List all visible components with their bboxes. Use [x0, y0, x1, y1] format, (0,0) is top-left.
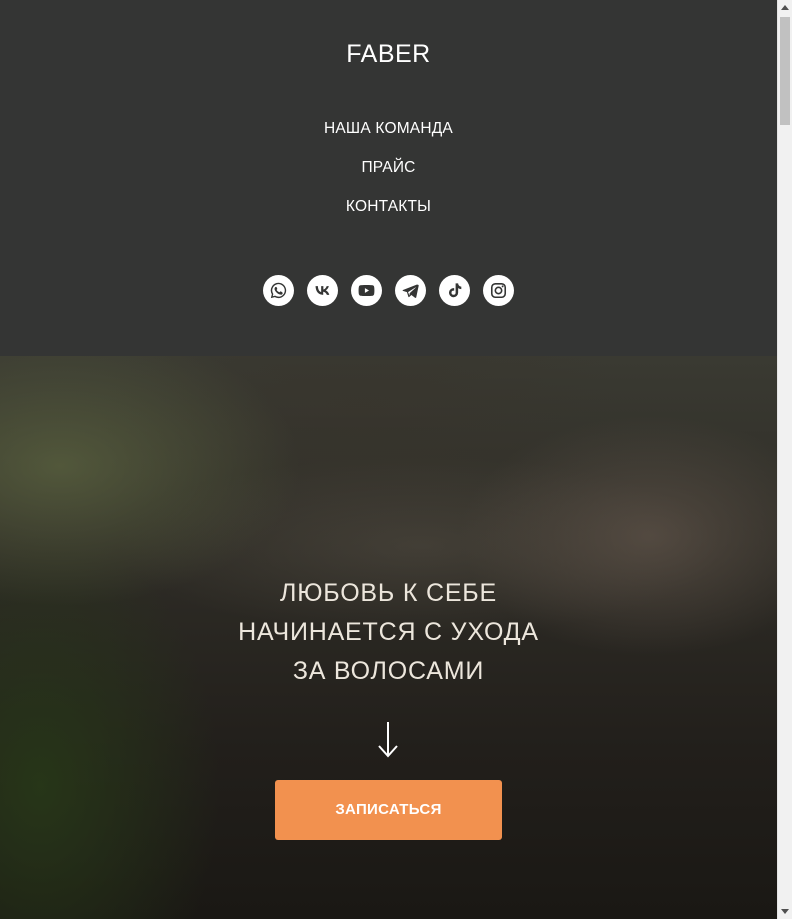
site-header: FABER НАША КОМАНДА ПРАЙС КОНТАКТЫ — [0, 0, 777, 356]
tiktok-icon[interactable] — [439, 275, 470, 306]
nav-link-team[interactable]: НАША КОМАНДА — [289, 116, 489, 155]
nav-link-contacts[interactable]: КОНТАКТЫ — [289, 194, 489, 233]
signup-button[interactable]: ЗАПИСАТЬСЯ — [275, 780, 502, 840]
arrow-down-icon — [378, 722, 398, 758]
site-logo[interactable]: FABER — [0, 38, 777, 70]
scroll-up-arrow-icon[interactable] — [781, 5, 789, 10]
hero-section: ЛЮБОВЬ К СЕБЕ НАЧИНАЕТСЯ С УХОДА ЗА ВОЛО… — [0, 356, 777, 919]
main-nav: НАША КОМАНДА ПРАЙС КОНТАКТЫ — [0, 116, 777, 233]
youtube-icon[interactable] — [351, 275, 382, 306]
hero-title-line-3: ЗА ВОЛОСАМИ — [292, 657, 485, 685]
hero-title-line-1: ЛЮБОВЬ К СЕБЕ — [280, 579, 497, 607]
social-links — [0, 275, 777, 307]
viewport: FABER НАША КОМАНДА ПРАЙС КОНТАКТЫ ЛЮБОВЬ… — [0, 0, 777, 919]
nav-link-price[interactable]: ПРАЙС — [289, 155, 489, 194]
instagram-icon[interactable] — [483, 275, 514, 306]
scroll-down-arrow-icon[interactable] — [781, 909, 789, 914]
vertical-scrollbar[interactable] — [777, 0, 792, 919]
page: FABER НАША КОМАНДА ПРАЙС КОНТАКТЫ ЛЮБОВЬ… — [0, 0, 792, 919]
hero-title: ЛЮБОВЬ К СЕБЕ НАЧИНАЕТСЯ С УХОДА ЗА ВОЛО… — [0, 574, 777, 691]
whatsapp-icon[interactable] — [263, 275, 294, 306]
vk-icon[interactable] — [307, 275, 338, 306]
telegram-icon[interactable] — [395, 275, 426, 306]
hero-title-line-2: НАЧИНАЕТСЯ С УХОДА — [238, 618, 539, 646]
scrollbar-thumb[interactable] — [780, 17, 790, 125]
